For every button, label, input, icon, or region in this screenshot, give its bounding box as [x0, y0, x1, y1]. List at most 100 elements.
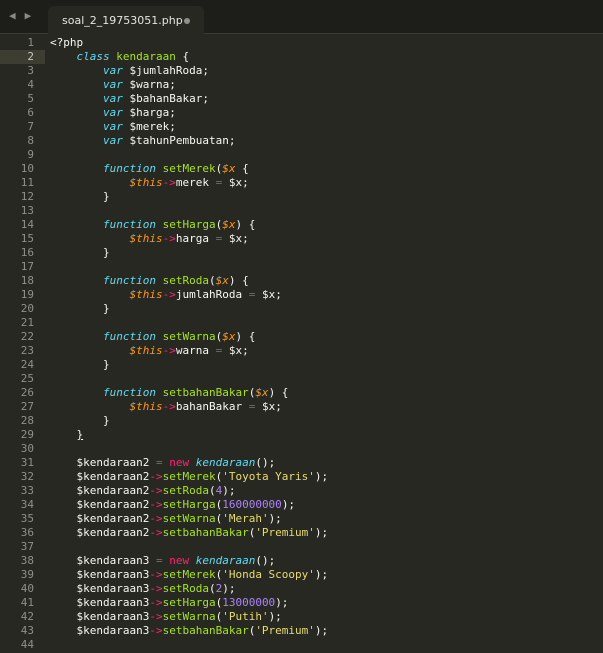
code-line: $this->jumlahRoda = $x; — [50, 288, 328, 302]
code-token: -> — [149, 512, 163, 525]
line-number: 33 — [20, 484, 34, 497]
code-token: $harga; — [122, 106, 176, 119]
code-token: setRoda — [155, 274, 209, 287]
code-line: $this->bahanBakar = $x; — [50, 400, 328, 414]
code-line: var $jumlahRoda; — [50, 64, 328, 78]
code-token: = — [155, 554, 163, 567]
code-token: ) { — [235, 330, 256, 343]
tab-filename: soal_2_19753051.php — [62, 14, 183, 27]
code-line: $kendaraan3->setHarga(13000000); — [50, 596, 328, 610]
code-token: kendaraan — [195, 456, 256, 469]
line-number: 22 — [20, 330, 34, 343]
code-token: setWarna — [162, 512, 216, 525]
line-number: 21 — [20, 316, 34, 329]
code-token: setHarga — [162, 596, 216, 609]
code-area[interactable]: <?php class kendaraan { var $jumlahRoda;… — [50, 36, 328, 652]
code-line: $kendaraan2->setHarga(160000000); — [50, 498, 328, 512]
code-token: 'Honda Scoopy' — [222, 568, 315, 581]
line-number: 41 — [20, 596, 34, 609]
code-line: $this->merek = $x; — [50, 176, 328, 190]
code-token: -> — [149, 484, 163, 497]
code-token: ); — [268, 610, 282, 623]
line-number: 28 — [20, 414, 34, 427]
tab-file[interactable]: soal_2_19753051.php — [48, 6, 204, 34]
line-number: 24 — [20, 358, 34, 371]
code-token: -> — [149, 498, 163, 511]
line-number: 43 — [20, 624, 34, 637]
line-number: 36 — [20, 526, 34, 539]
line-number: 18 — [20, 274, 34, 287]
line-number: 15 — [20, 232, 34, 245]
line-number: 6 — [27, 106, 34, 119]
line-number: 10 — [20, 162, 34, 175]
code-line: var $warna; — [50, 78, 328, 92]
line-number: 4 — [27, 78, 34, 91]
code-line: } — [50, 414, 328, 428]
forward-arrow-icon[interactable]: ▶ — [25, 9, 32, 22]
code-token: $kendaraan2 — [50, 526, 150, 539]
code-token: merek — [175, 176, 216, 189]
line-number: 34 — [20, 498, 34, 511]
code-token: $tahunPembuatan; — [122, 134, 236, 147]
code-token: -> — [162, 344, 176, 357]
code-token: ); — [314, 568, 329, 581]
code-line: } — [50, 246, 328, 260]
code-token: setHarga — [162, 498, 216, 511]
code-token: $kendaraan2 — [50, 470, 150, 483]
code-token: bahanBakar — [175, 400, 249, 413]
line-number: 40 — [20, 582, 34, 595]
code-token: ); — [314, 470, 329, 483]
code-token: $jumlahRoda; — [122, 64, 209, 77]
code-line: $kendaraan3->setbahanBakar('Premium'); — [50, 624, 328, 638]
code-token: } — [76, 428, 84, 441]
line-number: 27 — [20, 400, 34, 413]
tab-bar: ◀ ▶ soal_2_19753051.php — [0, 0, 603, 34]
code-token: function — [102, 162, 156, 175]
line-number: 32 — [20, 470, 34, 483]
code-editor[interactable]: 1 2 3 4 5 6 7 8 9 10 11 12 13 14 15 16 17 18 19 20 21 22 23 24 2… — [0, 34, 603, 653]
unsaved-dot-icon[interactable] — [184, 18, 190, 24]
code-line: var $merek; — [50, 120, 328, 134]
code-token: var — [102, 64, 123, 77]
line-number: 16 — [20, 246, 34, 259]
line-number: 7 — [27, 120, 34, 133]
code-token: $x — [255, 386, 269, 399]
code-token: $x — [215, 274, 229, 287]
line-number: 5 — [27, 92, 34, 105]
line-number: 29 — [20, 428, 34, 441]
back-arrow-icon[interactable]: ◀ — [9, 9, 16, 22]
code-token: } — [50, 190, 110, 203]
line-number: 38 — [20, 554, 34, 567]
code-line: } — [50, 302, 328, 316]
line-number: 25 — [20, 372, 34, 385]
code-token: 160000000 — [222, 498, 282, 511]
code-line: $kendaraan2->setRoda(4); — [50, 484, 328, 498]
code-token: harga — [175, 232, 216, 245]
line-number: 2 — [27, 50, 34, 63]
code-token: setRoda — [162, 484, 209, 497]
code-token: $x; — [222, 176, 249, 189]
code-line: $kendaraan3->setMerek('Honda Scoopy'); — [50, 568, 328, 582]
code-token: $kendaraan2 — [50, 484, 150, 497]
line-number: 12 — [20, 190, 34, 203]
line-number: 39 — [20, 568, 34, 581]
line-number: 3 — [27, 64, 34, 77]
code-token: $x — [222, 330, 236, 343]
code-token: $bahanBakar; — [122, 92, 209, 105]
code-token: new — [169, 456, 190, 469]
code-token: 'Putih' — [222, 610, 269, 623]
code-line: $kendaraan3->setRoda(2); — [50, 582, 328, 596]
